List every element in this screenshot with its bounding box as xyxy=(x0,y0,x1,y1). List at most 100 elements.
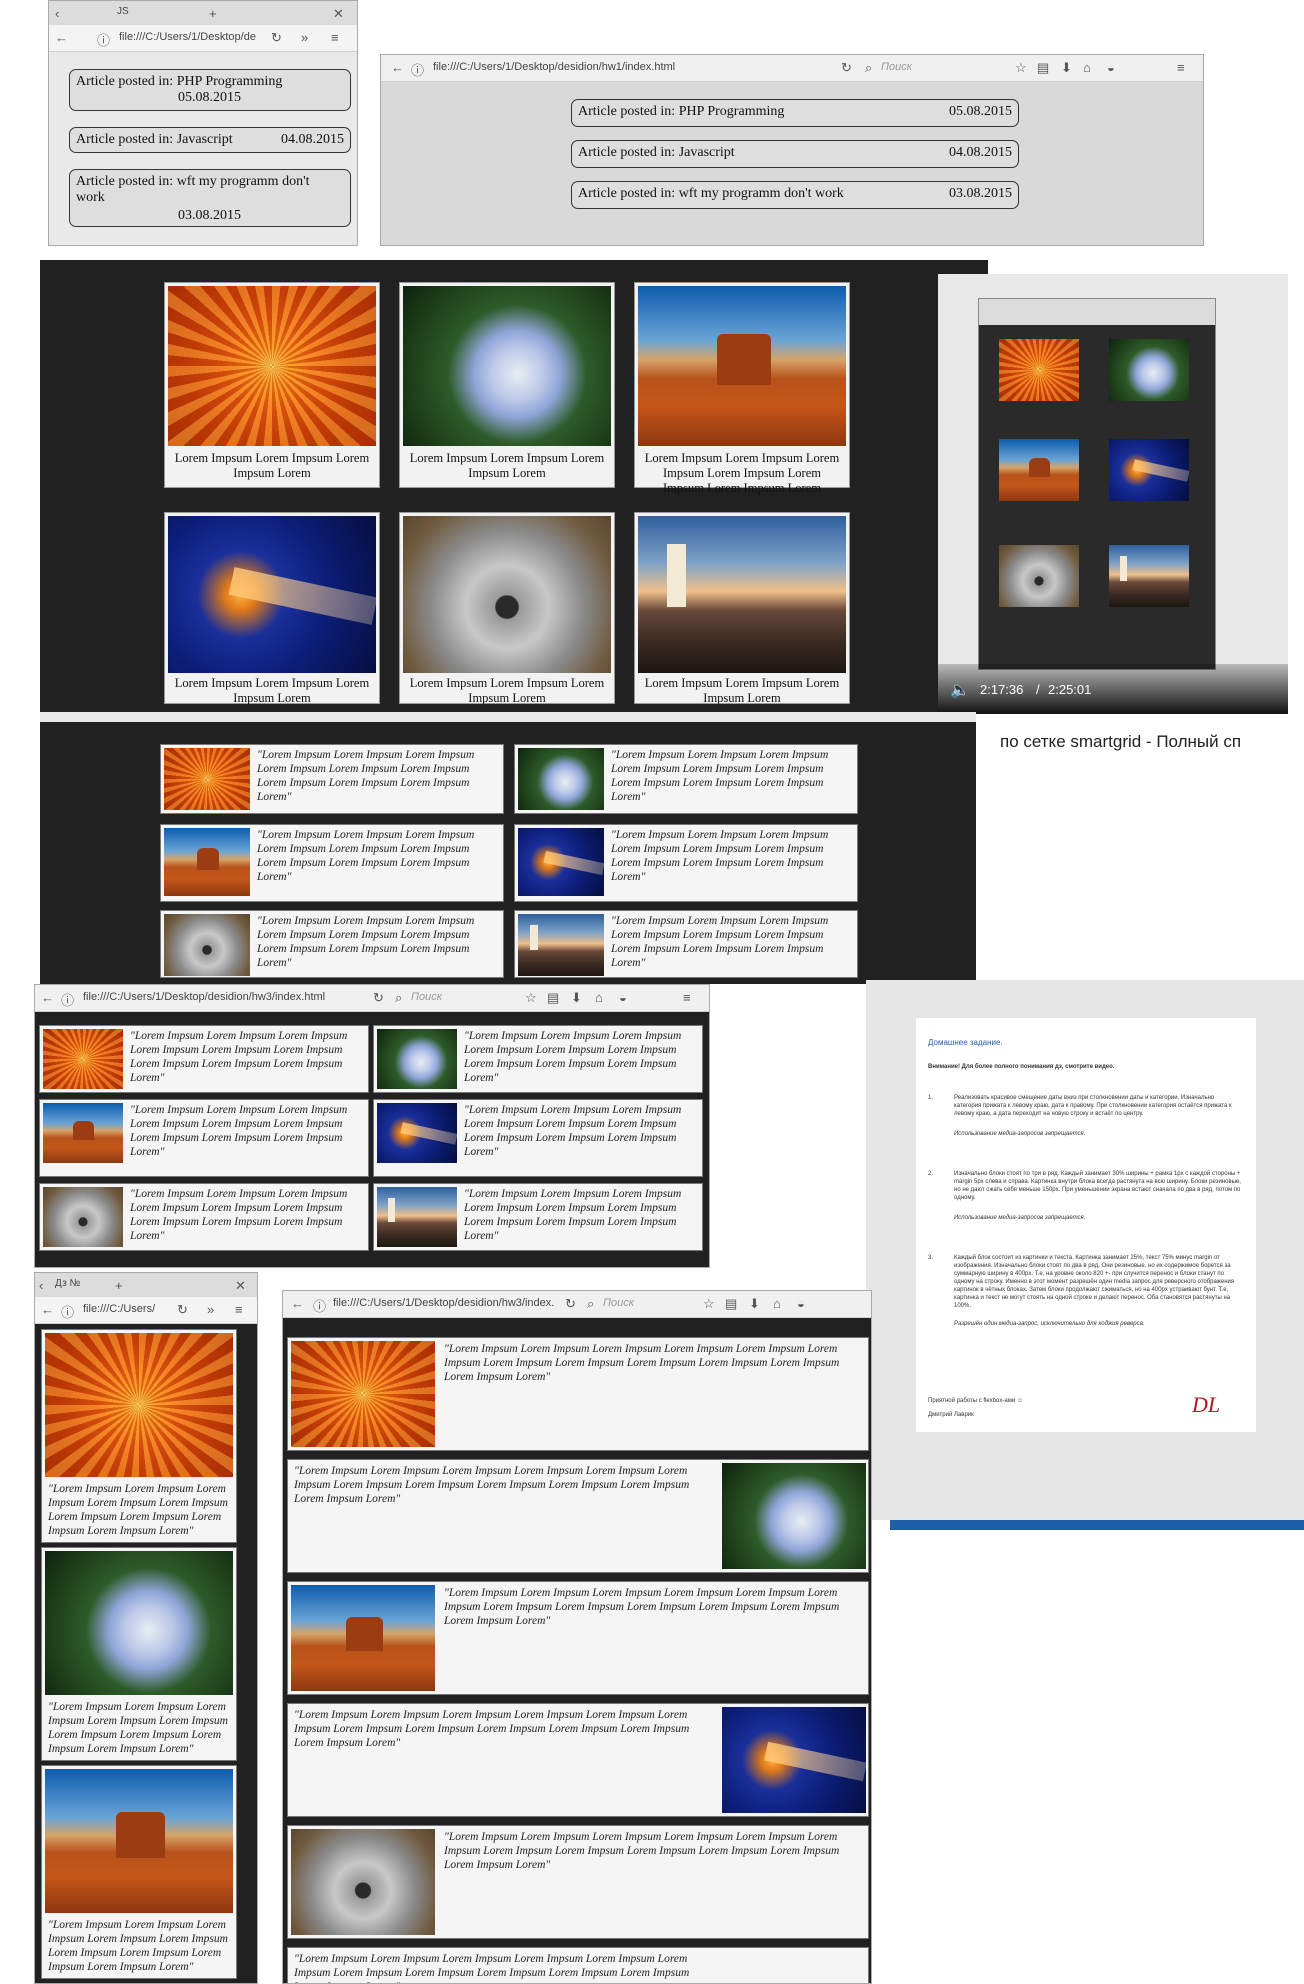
search-input[interactable]: Поиск xyxy=(411,991,442,1003)
content-row: "Lorem Impsum Lorem Impsum Lorem Impsum … xyxy=(39,1099,369,1177)
hydrangea-image xyxy=(518,748,604,810)
row-quote: "Lorem Impsum Lorem Impsum Lorem Impsum … xyxy=(611,749,829,803)
library-icon[interactable]: ▤ xyxy=(725,1296,737,1312)
address-bar: ← ⓘ file:///C:/Users/1/Desktop/desidion/… xyxy=(35,985,709,1012)
pocket-icon[interactable]: ◒ xyxy=(1107,60,1115,75)
browser-tab-bar: ‹ Дз № + ✕ xyxy=(35,1273,257,1298)
new-tab-icon[interactable]: + xyxy=(115,1278,123,1293)
hw1-narrow-window: ‹ JS + ✕ ← ⓘ file:///C:/Users/1/Desktop/… xyxy=(48,0,358,246)
row-quote: "Lorem Impsum Lorem Impsum Lorem Impsum … xyxy=(464,1030,682,1084)
pocket-icon[interactable]: ◒ xyxy=(797,1296,805,1311)
volume-icon[interactable]: 🔈 xyxy=(950,680,970,700)
flower-image xyxy=(43,1029,123,1089)
gallery-card: Lorem Impsum Lorem Impsum Lorem Impsum L… xyxy=(634,282,850,495)
tab-title[interactable]: JS xyxy=(117,6,129,17)
address-bar: ← ⓘ file:///C:/Users/ ↻ » ≡ xyxy=(35,1297,257,1324)
tab-title[interactable]: Дз № xyxy=(55,1278,80,1289)
gallery-card: Lorem Impsum Lorem Impsum Lorem Impsum L… xyxy=(399,512,615,705)
task-note: Разрешён один медиа-запрос, исключительн… xyxy=(954,1321,1145,1327)
lighthouse-image xyxy=(518,914,604,976)
download-icon[interactable]: ⬇ xyxy=(1061,60,1072,76)
video-desktop xyxy=(978,298,1216,670)
url-text[interactable]: file:///C:/Users/1/Desktop/desidion/hw1/… xyxy=(433,61,675,73)
back-icon[interactable]: ← xyxy=(41,990,54,1005)
pocket-icon[interactable]: ◒ xyxy=(619,990,627,1005)
flower-image xyxy=(168,286,376,446)
address-bar: ← ⓘ file:///C:/Users/1/Desktop/desidion/… xyxy=(381,55,1203,82)
video-controls: 🔈 2:17:36 / 2:25:01 xyxy=(938,664,1288,714)
content-row: "Lorem Impsum Lorem Impsum Lorem Impsum … xyxy=(373,1025,703,1093)
info-icon: ⓘ xyxy=(97,33,111,48)
article-category: Article posted in: PHP Programming xyxy=(578,104,785,119)
back-icon[interactable]: ← xyxy=(291,1296,304,1311)
more-icon[interactable]: » xyxy=(301,30,308,45)
content-row: "Lorem Impsum Lorem Impsum Lorem Impsum … xyxy=(160,910,504,978)
new-tab-icon[interactable]: + xyxy=(209,6,217,21)
home-icon[interactable]: ⌂ xyxy=(1083,60,1091,75)
more-icon[interactable]: » xyxy=(207,1302,214,1317)
search-icon: ⌕ xyxy=(395,990,403,1005)
download-icon[interactable]: ⬇ xyxy=(571,990,582,1006)
doc-author: Дмитрий Лаврик xyxy=(928,1412,974,1418)
hydrangea-image xyxy=(403,286,611,446)
row-quote: "Lorem Impsum Lorem Impsum Lorem Impsum … xyxy=(48,1483,228,1537)
close-icon[interactable]: ✕ xyxy=(235,1278,246,1294)
logo-text: DL xyxy=(1192,1392,1221,1417)
star-icon[interactable]: ☆ xyxy=(525,990,537,1006)
address-bar-edge xyxy=(40,712,976,722)
url-text[interactable]: file:///C:/Users/ xyxy=(83,1303,155,1315)
article-category: Article posted in: wft my programm don't… xyxy=(76,174,310,205)
search-input[interactable]: Поиск xyxy=(881,61,912,73)
search-input[interactable]: Поиск xyxy=(603,1297,634,1309)
library-icon[interactable]: ▤ xyxy=(547,990,559,1006)
video-player[interactable]: 🔈 2:17:36 / 2:25:01 xyxy=(938,274,1288,714)
back-arrow-icon[interactable]: ‹ xyxy=(39,1278,43,1293)
hw3-narrow-window: ‹ Дз № + ✕ ← ⓘ file:///C:/Users/ ↻ » ≡ "… xyxy=(34,1272,258,1984)
task-text: Реализовать красивое смещение даты вниз … xyxy=(954,1095,1232,1117)
url-text[interactable]: file:///C:/Users/1/Desktop/desidion/hw3/… xyxy=(83,991,325,1003)
star-icon[interactable]: ☆ xyxy=(1015,60,1027,76)
reload-icon[interactable]: ↻ xyxy=(565,1296,576,1312)
menu-icon[interactable]: ≡ xyxy=(1177,60,1185,75)
task-item-3: 3. Каждый блок состоит из картинки и тек… xyxy=(928,1254,1242,1328)
url-text[interactable]: file:///C:/Users/1/Desktop/desidion/hw3/… xyxy=(333,1297,554,1309)
reload-icon[interactable]: ↻ xyxy=(841,60,852,76)
reload-icon[interactable]: ↻ xyxy=(373,990,384,1006)
content-row: "Lorem Impsum Lorem Impsum Lorem Impsum … xyxy=(373,1183,703,1251)
content-row: "Lorem Impsum Lorem Impsum Lorem Impsum … xyxy=(41,1765,237,1979)
article-date: 04.08.2015 xyxy=(949,145,1012,160)
menu-icon[interactable]: ≡ xyxy=(331,30,339,45)
content-row: "Lorem Impsum Lorem Impsum Lorem Impsum … xyxy=(41,1547,237,1761)
article-category: Article posted in: Javascript xyxy=(578,145,735,160)
download-icon[interactable]: ⬇ xyxy=(749,1296,760,1312)
home-icon[interactable]: ⌂ xyxy=(595,990,603,1005)
card-caption: Lorem Impsum Lorem Impsum Lorem Impsum L… xyxy=(409,451,605,480)
card-caption: Lorem Impsum Lorem Impsum Lorem Impsum L… xyxy=(174,676,370,705)
article-date: 04.08.2015 xyxy=(281,132,344,147)
flower-image xyxy=(291,1341,435,1447)
close-icon[interactable]: ✕ xyxy=(333,6,344,22)
jellyfish-image xyxy=(377,1103,457,1163)
back-icon[interactable]: ← xyxy=(391,60,404,75)
reload-icon[interactable]: ↻ xyxy=(271,30,282,46)
content-row: "Lorem Impsum Lorem Impsum Lorem Impsum … xyxy=(287,1825,869,1939)
task-number: 2. xyxy=(928,1171,934,1177)
address-bar: ← ⓘ file:///C:/Users/1/Desktop/desidion/… xyxy=(283,1291,871,1318)
url-text[interactable]: file:///C:/Users/1/Desktop/de xyxy=(119,31,256,43)
reload-icon[interactable]: ↻ xyxy=(177,1302,188,1318)
content-row: "Lorem Impsum Lorem Impsum Lorem Impsum … xyxy=(287,1459,869,1573)
video-title[interactable]: по сетке smartgrid - Полный сп xyxy=(1000,732,1241,752)
menu-icon[interactable]: ≡ xyxy=(235,1302,243,1317)
star-icon[interactable]: ☆ xyxy=(703,1296,715,1312)
back-icon[interactable]: ← xyxy=(41,1302,54,1317)
row-quote: "Lorem Impsum Lorem Impsum Lorem Impsum … xyxy=(464,1188,682,1242)
menu-icon[interactable]: ≡ xyxy=(683,990,691,1005)
home-icon[interactable]: ⌂ xyxy=(773,1296,781,1311)
row-quote: "Lorem Impsum Lorem Impsum Lorem Impsum … xyxy=(257,829,475,883)
row-quote: "Lorem Impsum Lorem Impsum Lorem Impsum … xyxy=(257,915,475,969)
info-icon: ⓘ xyxy=(61,993,75,1008)
library-icon[interactable]: ▤ xyxy=(1037,60,1049,76)
back-icon[interactable]: ← xyxy=(55,30,68,45)
koala-image xyxy=(164,914,250,976)
back-arrow-icon[interactable]: ‹ xyxy=(55,6,59,21)
